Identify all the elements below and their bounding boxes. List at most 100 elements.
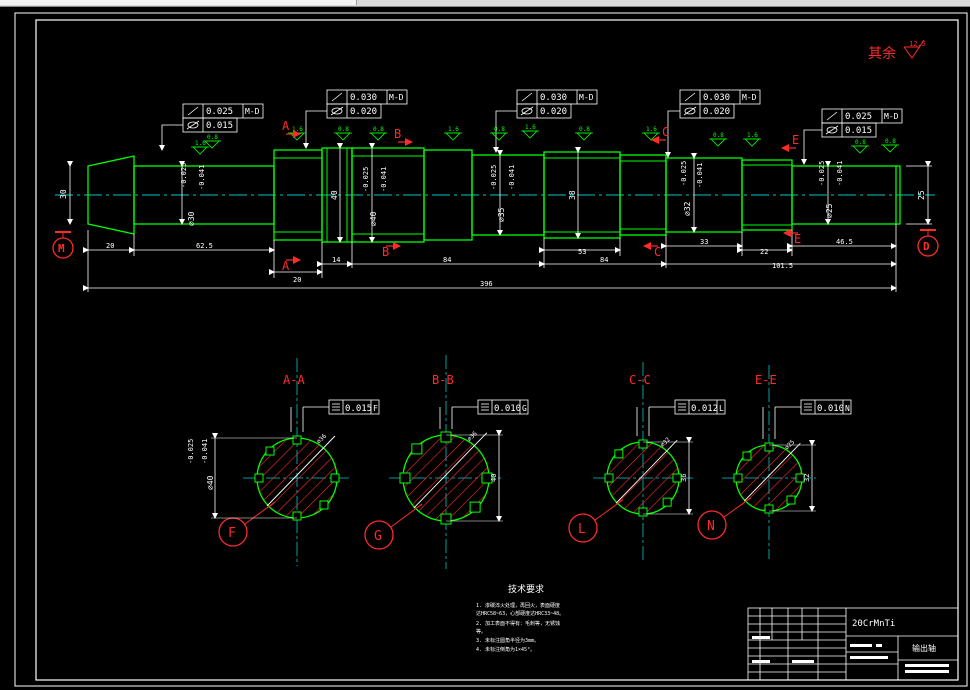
roughness-symbol: 1.6 [642, 126, 660, 141]
svg-text:0.030: 0.030 [350, 93, 377, 103]
svg-text:-0.025: -0.025 [490, 165, 498, 190]
spline-tooth [764, 442, 774, 452]
svg-text:12.5: 12.5 [909, 40, 926, 48]
section-view-l: ⌀32C-C0.012 LL36 [568, 362, 726, 562]
svg-text:⌀40: ⌀40 [206, 475, 215, 490]
roughness-symbol: 0.8 [851, 139, 869, 154]
svg-text:1. 渗碳淬火处理，再回火，表面硬度: 1. 渗碳淬火处理，再回火，表面硬度 [476, 602, 560, 609]
svg-text:⌀25: ⌀25 [825, 203, 834, 218]
leader-line [665, 110, 680, 158]
spline-tooth [292, 511, 302, 521]
svg-text:F: F [373, 404, 378, 413]
section-view-g: ⌀36B-B0.010 GG40 [364, 355, 529, 569]
spline-tooth [330, 473, 340, 483]
svg-text:22: 22 [760, 248, 768, 256]
svg-text:32: 32 [803, 474, 811, 482]
svg-text:⌀35: ⌀35 [497, 207, 506, 222]
spline-tooth [469, 501, 481, 513]
section-view-n: ⌀25E-E0.010 NN32 [697, 365, 852, 559]
roughness-symbol: 0.8 [369, 126, 387, 141]
svg-text:⌀36: ⌀36 [315, 433, 328, 446]
spline-tooth [764, 504, 774, 514]
section-cut-mark: A [282, 256, 301, 273]
svg-text:G: G [522, 404, 527, 413]
svg-text:C-C: C-C [629, 373, 651, 387]
section-cut-mark: C [643, 242, 661, 259]
title-block-text: 20CrMnTi 输出轴 [752, 619, 949, 673]
svg-text:0.015: 0.015 [845, 126, 872, 136]
roughness-symbol: 0.8 [575, 126, 593, 141]
svg-text:A-A: A-A [283, 373, 305, 387]
svg-text:30: 30 [59, 189, 68, 199]
svg-text:0.015: 0.015 [206, 121, 233, 131]
svg-text:84: 84 [443, 256, 451, 264]
svg-text:E: E [794, 232, 801, 246]
svg-text:其余: 其余 [868, 45, 896, 62]
spline-tooth [292, 435, 302, 445]
spline-tooth [440, 513, 452, 525]
svg-text:0.020: 0.020 [350, 107, 377, 117]
section-cut-callouts: A A B B C C E E [282, 119, 801, 273]
svg-text:3. 未标注圆角半径为3mm。: 3. 未标注圆角半径为3mm。 [476, 637, 539, 644]
svg-text:1.6: 1.6 [448, 126, 459, 133]
runout-icon [331, 92, 343, 102]
svg-text:53: 53 [578, 248, 586, 256]
roughness-symbol: 0.8 [881, 138, 899, 153]
diameter-labels: 30 ⌀30 -0.025 -0.041 40 ⌀40 -0.025 -0.04… [59, 161, 926, 226]
svg-text:M-D: M-D [884, 112, 899, 121]
cad-viewport[interactable]: 其余 12.5 20 62.5 20 14 84 53 84 33 101.5 … [0, 0, 970, 690]
svg-text:A: A [282, 259, 290, 273]
svg-text:0.8: 0.8 [885, 138, 896, 145]
svg-text:L: L [578, 522, 586, 537]
section-views: ⌀36A-A0.015 FF⌀40-0.025 -0.041⌀36B-B0.010 G… [187, 355, 852, 569]
shaft-drawing-canvas[interactable]: 其余 12.5 20 62.5 20 14 84 53 84 33 101.5 … [0, 0, 970, 690]
svg-text:G: G [374, 529, 382, 544]
spline-tooth [742, 451, 752, 461]
svg-text:40: 40 [330, 190, 339, 200]
svg-text:-0.041: -0.041 [508, 165, 516, 190]
section-cut-mark: B [382, 242, 401, 259]
general-roughness-note: 其余 12.5 [868, 39, 926, 62]
svg-text:101.5: 101.5 [772, 262, 793, 270]
svg-text:-0.025: -0.025 [180, 163, 188, 188]
svg-text:-0.041: -0.041 [201, 439, 209, 464]
spline-tooth [638, 439, 648, 449]
svg-text:F: F [228, 526, 236, 541]
svg-text:1.6: 1.6 [525, 124, 536, 131]
svg-text:输出轴: 输出轴 [912, 643, 936, 653]
svg-text:0.030: 0.030 [703, 93, 730, 103]
svg-text:0.8: 0.8 [373, 126, 384, 133]
svg-text:4. 未标注倒角为1×45°。: 4. 未标注倒角为1×45°。 [476, 646, 535, 653]
svg-text:0.8: 0.8 [855, 139, 866, 146]
svg-text:0.010: 0.010 [817, 404, 844, 414]
svg-text:38: 38 [568, 190, 577, 200]
svg-text:14: 14 [332, 256, 340, 264]
tolerance-frame: 0.030 M-D 0.020 [665, 89, 761, 158]
svg-text:C: C [654, 245, 661, 259]
leader-line [159, 124, 183, 151]
roughness-symbol: 0.8 [709, 132, 727, 147]
section-cut-mark: B [394, 127, 413, 146]
svg-text:M-D: M-D [245, 107, 260, 116]
section-cut-mark: E [781, 133, 799, 152]
svg-text:B: B [382, 245, 389, 259]
length-dimension-labels: 20 62.5 20 14 84 53 84 33 101.5 22 46.5 … [106, 238, 853, 288]
svg-text:0.025: 0.025 [206, 107, 233, 117]
tolerance-frame: 0.025 M-D 0.015 [801, 108, 903, 165]
svg-text:1.6: 1.6 [747, 132, 758, 139]
svg-text:-0.025: -0.025 [680, 161, 688, 186]
svg-text:62.5: 62.5 [196, 242, 213, 250]
roughness-symbol: 1.6 [444, 126, 462, 141]
svg-text:M-D: M-D [742, 93, 757, 102]
svg-text:达HRC58~63，心部硬度达HRC33~48。: 达HRC58~63，心部硬度达HRC33~48。 [476, 610, 564, 617]
svg-text:技术要求: 技术要求 [508, 583, 544, 595]
svg-text:0.030: 0.030 [540, 93, 567, 103]
svg-text:0.015: 0.015 [345, 404, 372, 414]
svg-text:-0.041: -0.041 [198, 165, 206, 190]
svg-text:-0.041: -0.041 [380, 167, 388, 192]
svg-text:33: 33 [700, 238, 708, 246]
svg-text:20: 20 [293, 276, 301, 284]
spline-tooth [733, 473, 743, 483]
svg-text:-0.041: -0.041 [836, 161, 844, 186]
svg-text:0.8: 0.8 [579, 126, 590, 133]
